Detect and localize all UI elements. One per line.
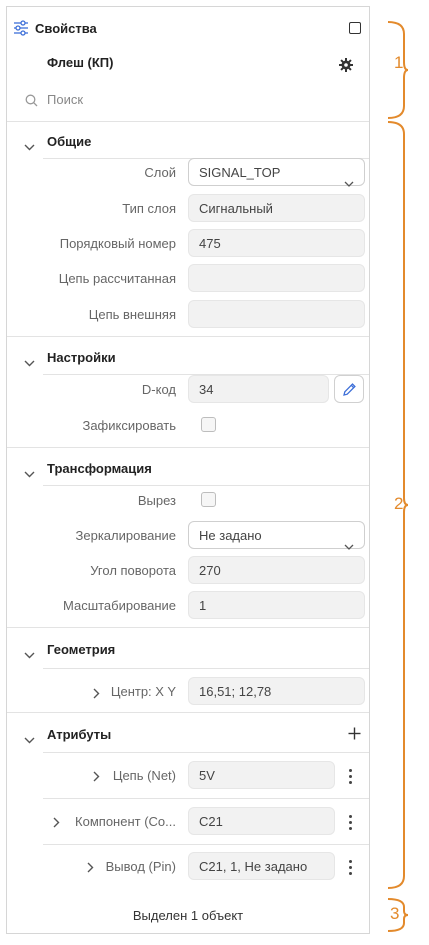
section-title-geometry: Геометрия bbox=[47, 642, 116, 657]
cutout-checkbox[interactable] bbox=[201, 492, 216, 507]
chevron-down-icon[interactable] bbox=[24, 138, 35, 156]
net-calculated-label: Цепь рассчитанная bbox=[58, 271, 176, 286]
divider bbox=[43, 485, 369, 486]
selection-status: Выделен 1 объект bbox=[132, 908, 244, 923]
section-title-general: Общие bbox=[47, 134, 92, 149]
divider bbox=[7, 712, 369, 713]
callout-number-2: 2 bbox=[394, 494, 404, 513]
layer-type-field: Сигнальный bbox=[188, 194, 365, 222]
rotation-label: Угол поворота bbox=[90, 563, 176, 578]
mirror-label: Зеркалирование bbox=[75, 528, 176, 543]
more-icon[interactable] bbox=[349, 769, 353, 787]
section-title-settings: Настройки bbox=[47, 350, 116, 365]
pencil-icon bbox=[342, 382, 357, 402]
properties-panel: Свойства Флеш (КП) Поиск Общие Слой SIGN… bbox=[6, 6, 370, 934]
add-attribute-icon[interactable] bbox=[348, 727, 361, 745]
object-name: Флеш (КП) bbox=[47, 55, 114, 70]
attribute-label: Компонент (Co... bbox=[75, 814, 176, 829]
ordinal-field: 475 bbox=[188, 229, 365, 257]
net-external-label: Цепь внешняя bbox=[88, 307, 176, 322]
chevron-down-icon bbox=[344, 169, 354, 197]
divider bbox=[43, 798, 369, 799]
layer-value: SIGNAL_TOP bbox=[199, 165, 281, 180]
ordinal-label: Порядковый номер bbox=[59, 236, 176, 251]
properties-icon bbox=[13, 20, 29, 41]
gear-icon[interactable] bbox=[339, 58, 353, 77]
divider bbox=[7, 447, 369, 448]
cutout-label: Вырез bbox=[137, 493, 176, 508]
panel-title: Свойства bbox=[35, 21, 97, 36]
dcode-field: 34 bbox=[188, 375, 329, 403]
divider bbox=[43, 752, 369, 753]
net-external-field bbox=[188, 300, 365, 328]
chevron-down-icon[interactable] bbox=[24, 354, 35, 372]
attribute-value: C21, 1, Не задано bbox=[188, 852, 335, 880]
mirror-select[interactable]: Не задано bbox=[188, 521, 365, 550]
attribute-label: Вывод (Pin) bbox=[105, 859, 176, 874]
center-field[interactable]: 16,51; 12,78 bbox=[188, 677, 365, 705]
chevron-right-icon[interactable] bbox=[53, 815, 60, 833]
more-icon[interactable] bbox=[349, 815, 353, 833]
callout-number-1: 1 bbox=[394, 53, 404, 72]
net-calculated-field bbox=[188, 264, 365, 292]
layer-type-label: Тип слоя bbox=[122, 201, 176, 216]
chevron-right-icon[interactable] bbox=[93, 686, 100, 704]
scale-field[interactable]: 1 bbox=[188, 591, 365, 619]
edit-button[interactable] bbox=[334, 375, 364, 403]
attribute-value: C21 bbox=[188, 807, 335, 835]
section-title-attributes: Атрибуты bbox=[47, 727, 112, 742]
section-title-transform: Трансформация bbox=[47, 461, 152, 476]
layer-select[interactable]: SIGNAL_TOP bbox=[188, 158, 365, 187]
maximize-icon[interactable] bbox=[349, 22, 361, 34]
lock-label: Зафиксировать bbox=[82, 418, 176, 433]
attribute-value: 5V bbox=[188, 761, 335, 789]
divider bbox=[7, 627, 369, 628]
chevron-down-icon[interactable] bbox=[24, 731, 35, 749]
chevron-right-icon[interactable] bbox=[87, 860, 94, 878]
dcode-label: D-код bbox=[141, 382, 176, 397]
scale-label: Масштабирование bbox=[62, 598, 176, 613]
center-label: Центр: X Y bbox=[110, 684, 176, 699]
callout-number-3: 3 bbox=[390, 904, 400, 923]
search-icon bbox=[25, 94, 38, 112]
divider bbox=[7, 121, 369, 122]
chevron-down-icon[interactable] bbox=[24, 465, 35, 483]
divider bbox=[43, 844, 369, 845]
divider bbox=[7, 336, 369, 337]
lock-checkbox[interactable] bbox=[201, 417, 216, 432]
attribute-label: Цепь (Net) bbox=[112, 768, 176, 783]
rotation-field[interactable]: 270 bbox=[188, 556, 365, 584]
chevron-right-icon[interactable] bbox=[93, 769, 100, 787]
search-input[interactable]: Поиск bbox=[47, 92, 347, 107]
mirror-value: Не задано bbox=[199, 528, 262, 543]
divider bbox=[43, 668, 369, 669]
more-icon[interactable] bbox=[349, 860, 353, 878]
chevron-down-icon[interactable] bbox=[24, 646, 35, 664]
layer-label: Слой bbox=[144, 165, 176, 180]
